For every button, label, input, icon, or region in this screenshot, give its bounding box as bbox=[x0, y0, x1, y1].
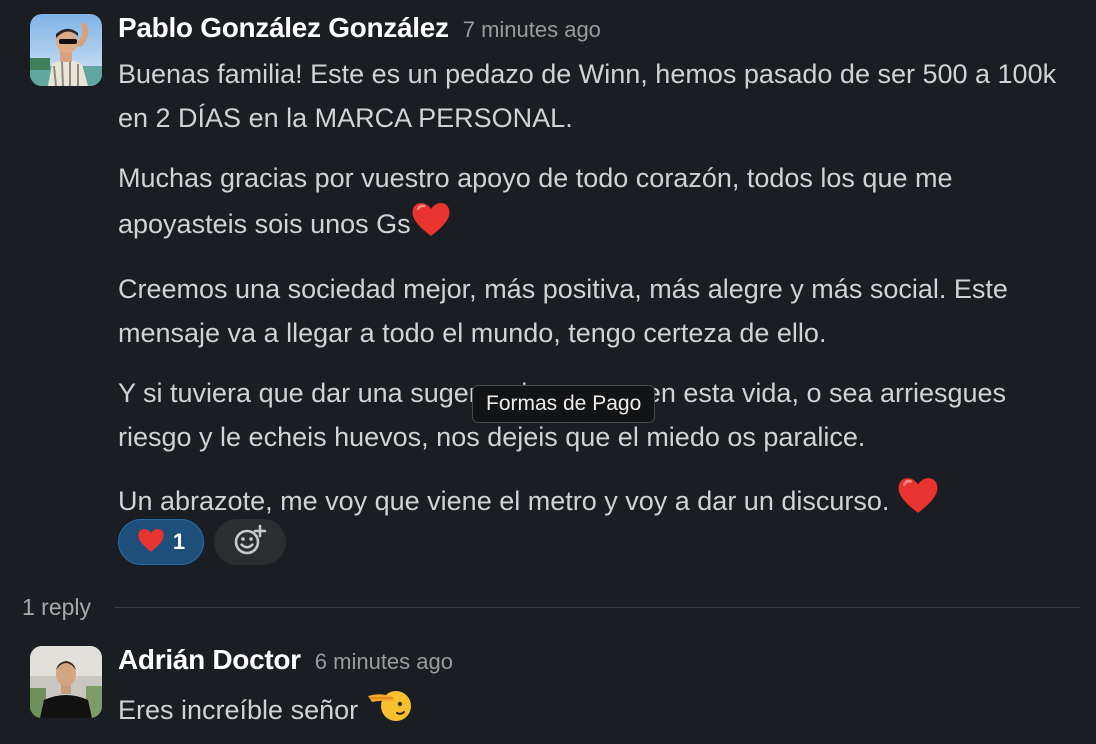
divider bbox=[115, 607, 1080, 608]
message-body: Buenas familia! Este es un pedazo de Win… bbox=[118, 52, 1078, 544]
heart-emoji-icon bbox=[411, 200, 451, 251]
reply-author-name[interactable]: Adrián Doctor bbox=[118, 644, 301, 676]
avatar-adrian[interactable] bbox=[30, 646, 102, 718]
reaction-count: 1 bbox=[172, 529, 186, 554]
slack-thread: Pablo González González 7 minutes ago Bu… bbox=[0, 0, 1096, 744]
paragraph-text: Creemos una sociedad mejor, más positiva… bbox=[118, 274, 1008, 348]
reply-timestamp[interactable]: 6 minutes ago bbox=[315, 649, 453, 675]
message-paragraph: Muchas gracias por vuestro apoyo de todo… bbox=[118, 156, 1078, 251]
message-header: Pablo González González 7 minutes ago bbox=[118, 12, 601, 44]
message-paragraph: Buenas familia! Este es un pedazo de Win… bbox=[118, 52, 1078, 140]
reply-header: Adrián Doctor 6 minutes ago bbox=[118, 644, 453, 676]
saluting-face-icon bbox=[366, 684, 412, 737]
message-timestamp[interactable]: 7 minutes ago bbox=[463, 17, 601, 43]
tooltip: Formas de Pago bbox=[472, 385, 656, 423]
thread-reply-divider: 1 reply bbox=[22, 594, 1080, 621]
paragraph-text: Muchas gracias por vuestro apoyo de todo… bbox=[118, 163, 953, 239]
message-paragraph: Creemos una sociedad mejor, más positiva… bbox=[118, 267, 1078, 355]
heart-reaction-button[interactable]: 1 bbox=[118, 519, 204, 565]
heart-emoji-icon bbox=[897, 475, 939, 528]
paragraph-text: Un abrazote, me voy que viene el metro y… bbox=[118, 486, 890, 516]
heart-icon bbox=[137, 527, 165, 558]
reply-body: Eres increíble señor bbox=[118, 684, 1078, 737]
avatar-pablo[interactable] bbox=[30, 14, 102, 86]
reaction-bar: 1 bbox=[118, 519, 286, 565]
paragraph-text: Buenas familia! Este es un pedazo de Win… bbox=[118, 59, 1057, 133]
reply-text: Eres increíble señor bbox=[118, 695, 359, 725]
author-name[interactable]: Pablo González González bbox=[118, 12, 449, 44]
add-reaction-button[interactable] bbox=[214, 519, 286, 565]
reply-count: 1 reply bbox=[22, 594, 92, 620]
add-emoji-icon bbox=[233, 524, 267, 561]
